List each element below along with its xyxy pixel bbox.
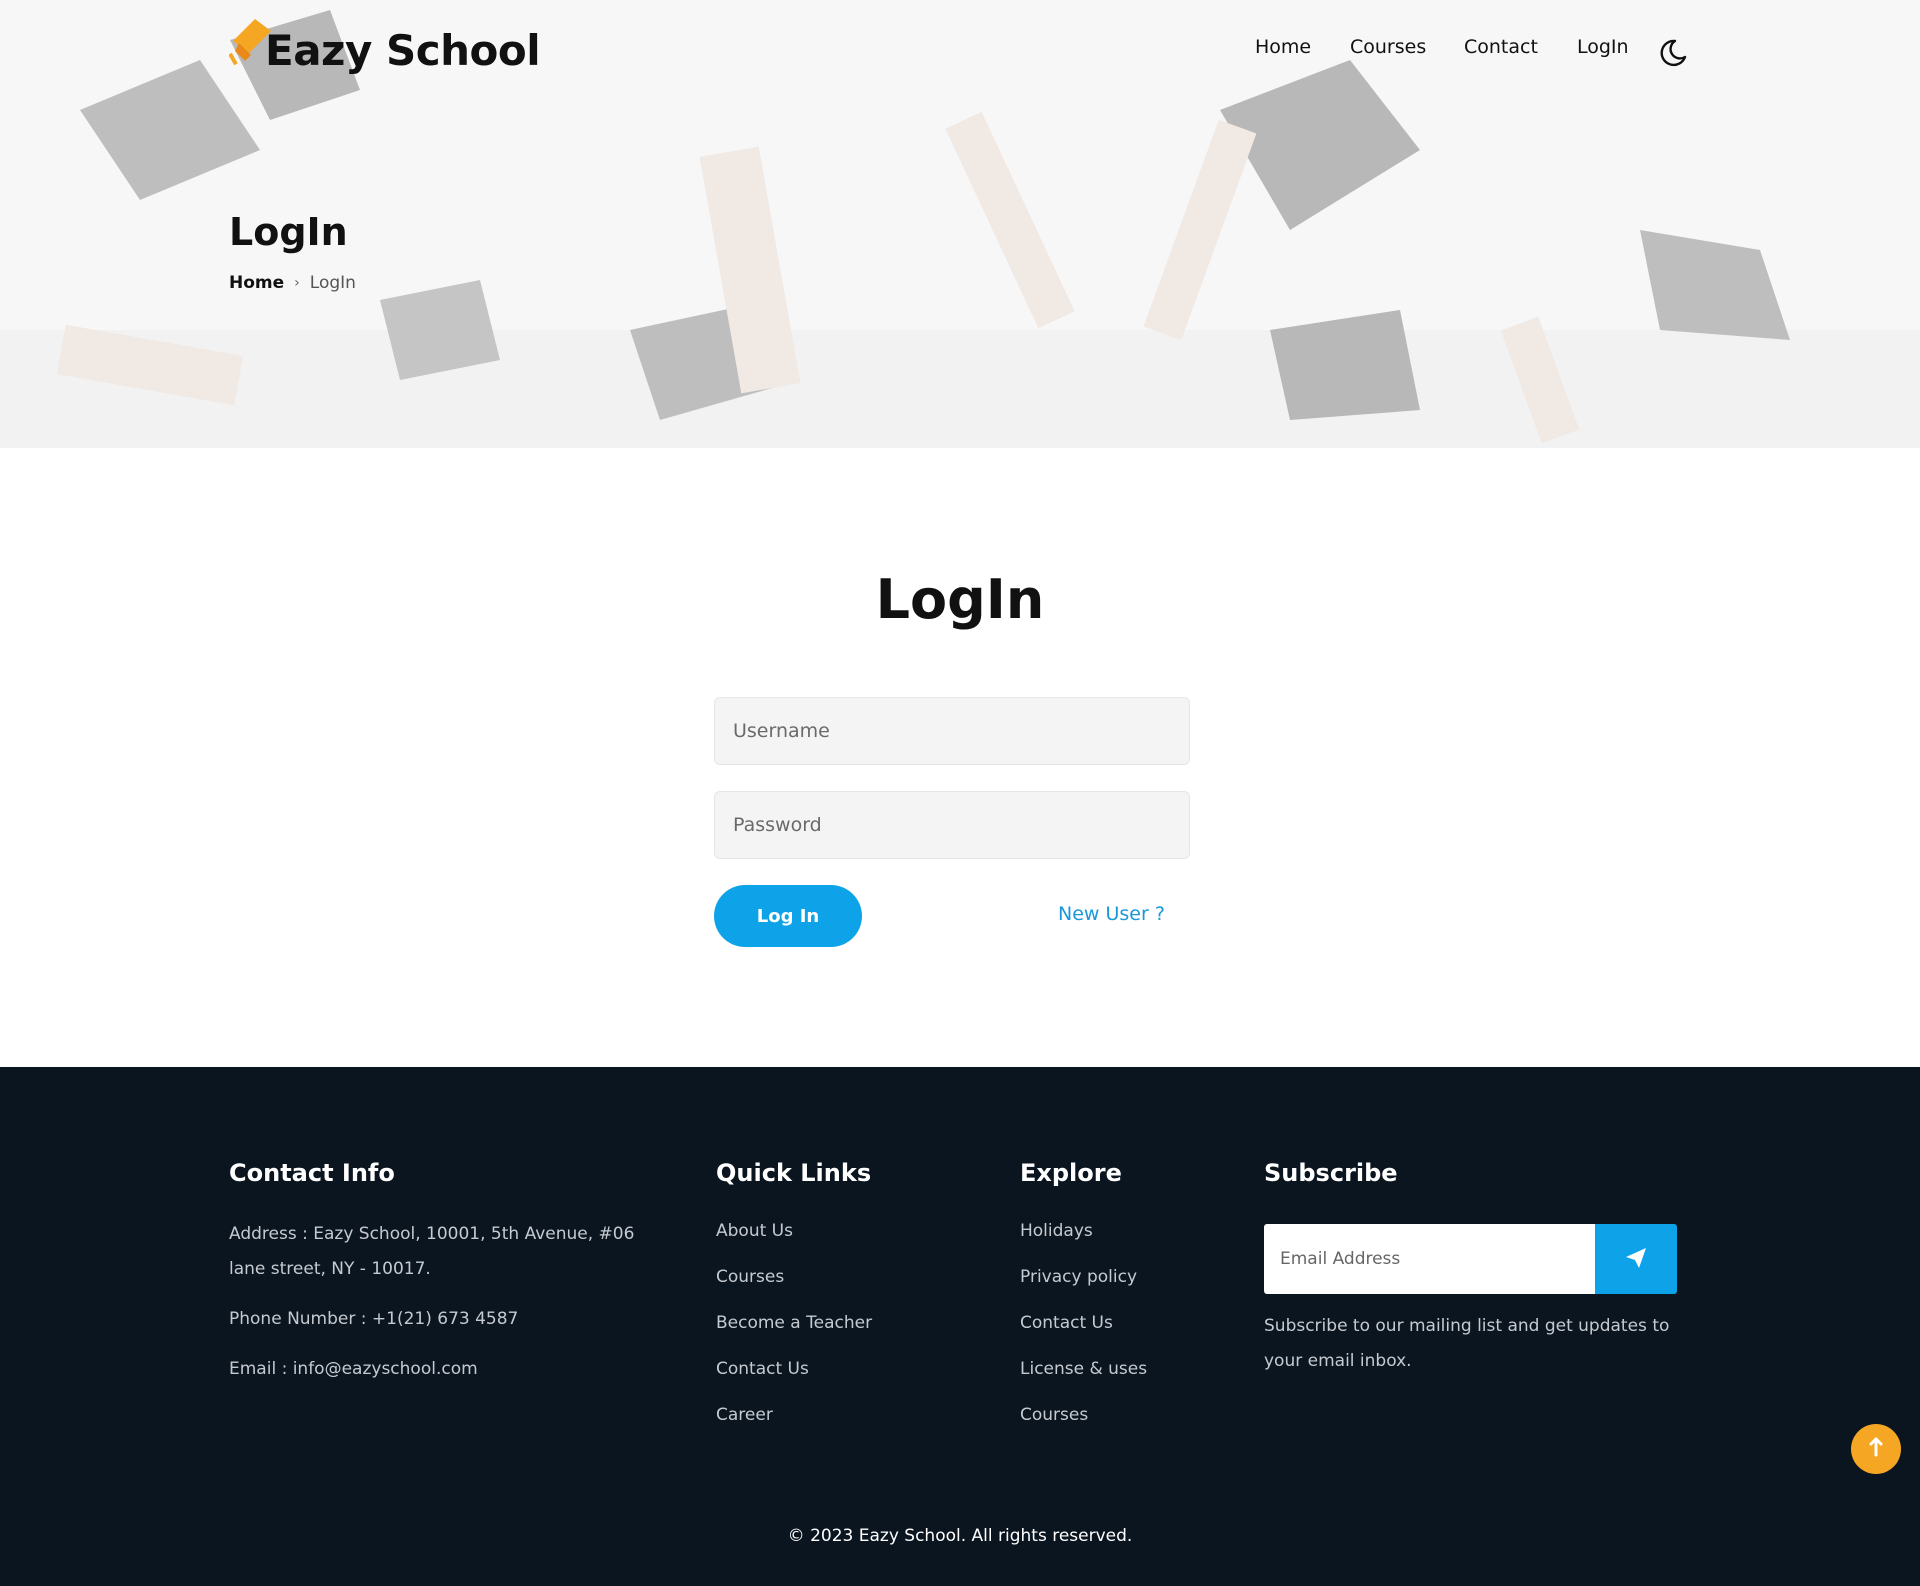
footer-explore: Explore Holidays Privacy policy Contact … (1020, 1159, 1240, 1447)
footer-link-contact-us[interactable]: Contact Us (1020, 1309, 1240, 1355)
footer-link-license[interactable]: License & uses (1020, 1355, 1240, 1401)
footer-quick-links: Quick Links About Us Courses Become a Te… (716, 1159, 976, 1447)
login-button[interactable]: Log In (714, 885, 862, 947)
footer-contact-heading: Contact Info (229, 1159, 395, 1187)
footer: Contact Info Address : Eazy School, 1000… (0, 1067, 1920, 1586)
footer-link-holidays[interactable]: Holidays (1020, 1217, 1240, 1263)
footer-address: Address : Eazy School, 10001, 5th Avenue… (229, 1224, 635, 1279)
footer-link-courses[interactable]: Courses (716, 1263, 976, 1309)
copyright: © 2023 Eazy School. All rights reserved. (787, 1526, 1133, 1546)
subscribe-form (1264, 1224, 1677, 1294)
footer-link-contact[interactable]: Contact Us (716, 1355, 976, 1401)
brand-name: Eazy School (265, 25, 541, 75)
scroll-to-top-button[interactable] (1851, 1424, 1901, 1474)
graduation-cap-icon (228, 15, 275, 71)
arrow-up-icon (1866, 1436, 1886, 1462)
subscribe-description: Subscribe to our mailing list and get up… (1264, 1316, 1670, 1371)
username-input[interactable] (714, 697, 1190, 765)
nav-contact[interactable]: Contact (1464, 36, 1538, 58)
navbar: Eazy School Home Courses Contact LogIn (0, 0, 1920, 110)
footer-link-become-teacher[interactable]: Become a Teacher (716, 1309, 976, 1355)
breadcrumb: Home › LogIn (229, 273, 356, 293)
footer-phone: Phone Number : +1(21) 673 4587 (229, 1309, 519, 1329)
footer-subscribe-heading: Subscribe (1264, 1159, 1398, 1187)
breadcrumb-current: LogIn (309, 273, 356, 293)
brand-logo[interactable]: Eazy School (228, 10, 541, 90)
footer-link-privacy[interactable]: Privacy policy (1020, 1263, 1240, 1309)
subscribe-email-input[interactable] (1264, 1224, 1595, 1294)
nav-courses[interactable]: Courses (1350, 36, 1426, 58)
page-title: LogIn (229, 210, 348, 254)
moon-icon[interactable] (1658, 38, 1688, 68)
nav-login[interactable]: LogIn (1577, 36, 1629, 58)
footer-link-courses-explore[interactable]: Courses (1020, 1401, 1240, 1447)
login-heading: LogIn (875, 568, 1045, 631)
footer-subscribe: Subscribe Subscribe to our mailing list … (1264, 1159, 1694, 1479)
paper-plane-icon (1625, 1247, 1647, 1272)
new-user-link[interactable]: New User ? (1058, 903, 1165, 925)
footer-quick-links-heading: Quick Links (716, 1159, 872, 1187)
breadcrumb-home[interactable]: Home (229, 273, 284, 293)
nav-home[interactable]: Home (1255, 36, 1311, 58)
footer-link-career[interactable]: Career (716, 1401, 976, 1447)
footer-link-about[interactable]: About Us (716, 1217, 976, 1263)
hero-banner: Eazy School Home Courses Contact LogIn L… (0, 0, 1920, 448)
subscribe-button[interactable] (1595, 1224, 1677, 1294)
password-input[interactable] (714, 791, 1190, 859)
chevron-right-icon: › (294, 275, 300, 291)
footer-explore-heading: Explore (1020, 1159, 1122, 1187)
footer-email: Email : info@eazyschool.com (229, 1359, 478, 1379)
footer-contact-info: Contact Info Address : Eazy School, 1000… (229, 1159, 649, 1402)
